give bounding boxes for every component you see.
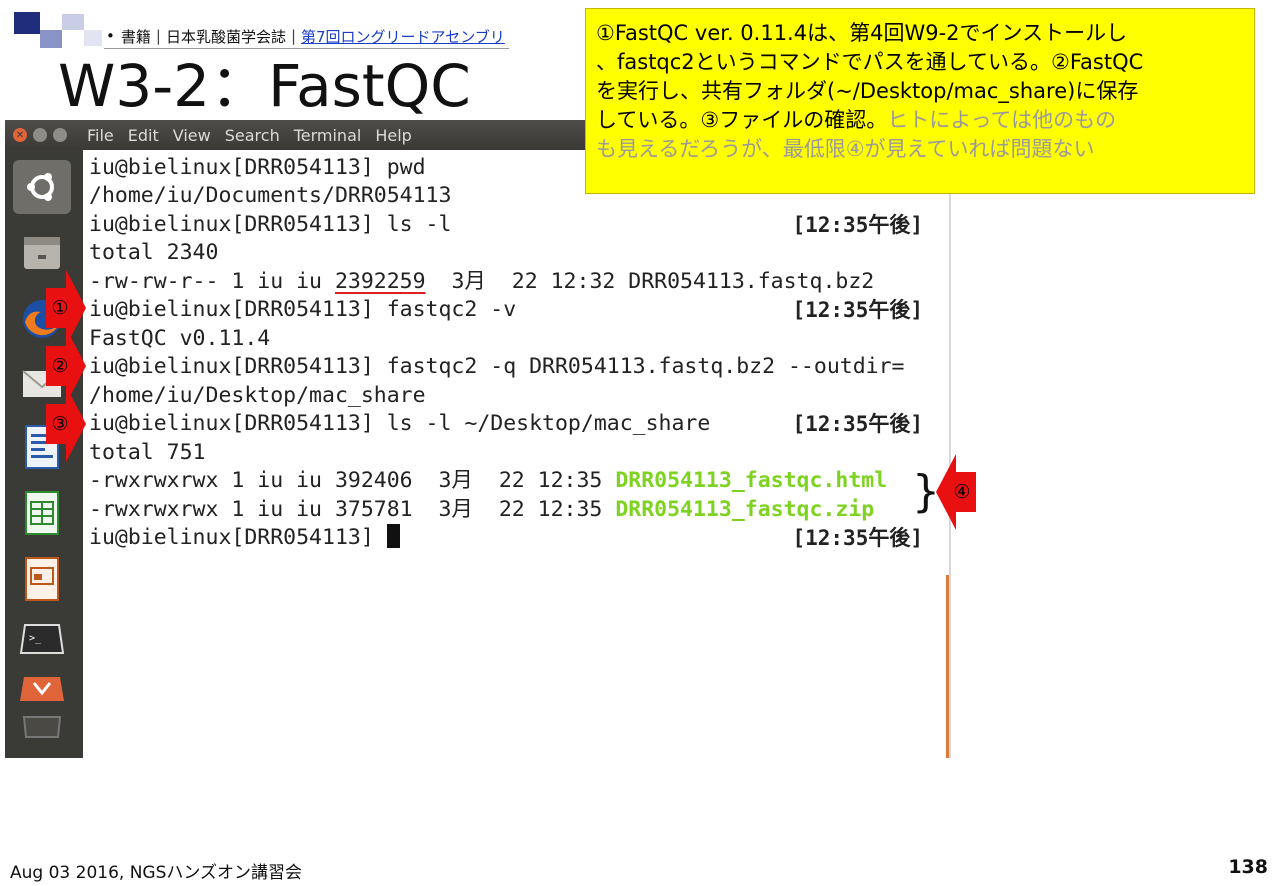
annotation-number-4: ④ <box>953 481 971 503</box>
callout-line-4: している。③ファイルの確認。ヒトによっては他のもの <box>596 106 1244 135</box>
terminal-line: iu@bielinux[DRR054113] pwd <box>89 155 426 180</box>
ubuntu-logo-icon[interactable] <box>13 160 71 214</box>
terminal-app-icon[interactable]: >_ <box>13 612 71 666</box>
output-file-html: DRR054113_fastqc.html <box>615 468 888 493</box>
terminal-line: /home/iu/Desktop/mac_share <box>89 383 426 408</box>
menu-terminal[interactable]: Terminal <box>294 126 362 145</box>
output-file-zip: DRR054113_fastqc.zip <box>615 497 875 522</box>
page-number: 138 <box>1228 856 1268 878</box>
menu-help[interactable]: Help <box>375 126 411 145</box>
line-suffix: 3月 22 12:32 DRR054113.fastq.bz2 <box>425 269 875 294</box>
citation-bullet: • <box>106 27 115 45</box>
citation-separator: | <box>155 27 161 45</box>
yellow-callout: ①FastQC ver. 0.11.4は、第4回W9-2でインストールし 、fa… <box>585 8 1255 194</box>
menu-search[interactable]: Search <box>225 126 280 145</box>
terminal-window: ✕ File Edit View Search Terminal Help >_… <box>5 120 951 758</box>
svg-text:>_: >_ <box>29 633 42 644</box>
terminal-line: iu@bielinux[DRR054113] ls -l ~/Desktop/m… <box>89 411 711 436</box>
terminal-timestamp: [12:35午後] <box>792 298 923 322</box>
callout-line-2: 、fastqc2というコマンドでパスを通している。②FastQC <box>596 50 1144 74</box>
maximize-icon[interactable] <box>53 128 67 142</box>
minimize-icon[interactable] <box>33 128 47 142</box>
menu-file[interactable]: File <box>87 126 114 145</box>
callout-line-5: も見えるだろうが、最低限④が見えていれば問題ない <box>596 137 1095 161</box>
callout-line-4-gray: ヒトによっては他のもの <box>887 108 1117 132</box>
citation-journal: 日本乳酸菌学会誌 <box>165 27 286 46</box>
menu-edit[interactable]: Edit <box>128 126 159 145</box>
terminal-timestamp: [12:35午後] <box>792 412 923 436</box>
annotation-arrow-4: ④ <box>934 452 978 532</box>
citation-line: • 書籍 | 日本乳酸菌学会誌 | 第7回ロングリードアセンブリ <box>104 24 509 49</box>
terminal-cursor <box>386 524 400 548</box>
terminal-timestamp: [12:35午後] <box>792 526 923 550</box>
file-size-underlined: 2392259 <box>334 269 426 294</box>
line-prefix: -rw-rw-r-- 1 iu iu <box>89 269 335 294</box>
menu-view[interactable]: View <box>173 126 211 145</box>
terminal-line: iu@bielinux[DRR054113] ls -l <box>89 212 452 237</box>
decor-square-1 <box>14 12 40 34</box>
terminal-line: -rwxrwxrwx 1 iu iu 392406 3月 22 12:35 DR… <box>89 467 887 495</box>
terminal-line: -rwxrwxrwx 1 iu iu 375781 3月 22 12:35 DR… <box>89 496 874 524</box>
terminal-line: iu@bielinux[DRR054113] fastqc2 -q DRR054… <box>89 354 905 379</box>
annotation-number-1: ① <box>51 297 69 319</box>
footer-date-event: Aug 03 2016, NGSハンズオン講習会 <box>10 863 303 883</box>
trash-icon[interactable] <box>13 706 71 746</box>
scroll-indicator <box>946 575 949 758</box>
terminal-timestamp: [12:35午後] <box>792 213 923 237</box>
callout-line-1: ①FastQC ver. 0.11.4は、第4回W9-2でインストールし <box>596 21 1128 45</box>
terminal-line: iu@bielinux[DRR054113] <box>89 524 400 552</box>
decor-square-2 <box>40 30 62 48</box>
terminal-body[interactable]: iu@bielinux[DRR054113] pwd /home/iu/Docu… <box>83 150 951 758</box>
citation-book: 書籍 <box>120 27 151 46</box>
calc-icon[interactable] <box>13 486 71 540</box>
close-icon[interactable]: ✕ <box>13 128 27 142</box>
annotation-number-3: ③ <box>51 413 69 435</box>
terminal-line: -rw-rw-r-- 1 iu iu 2392259 3月 22 12:32 D… <box>89 268 874 296</box>
terminal-line: /home/iu/Documents/DRR054113 <box>89 183 452 208</box>
citation-link[interactable]: 第7回ロングリードアセンブリ <box>301 26 505 47</box>
terminal-line: FastQC v0.11.4 <box>89 326 271 351</box>
terminal-line: total 2340 <box>89 240 219 265</box>
prompt: iu@bielinux[DRR054113] <box>89 525 387 550</box>
decor-square-3 <box>62 14 84 30</box>
impress-icon[interactable] <box>13 552 71 606</box>
callout-line-3: を実行し、共有フォルダ(~/Desktop/mac_share)に保存 <box>596 79 1139 103</box>
decor-square-4 <box>84 30 102 46</box>
citation-separator: | <box>290 27 297 45</box>
terminal-line: total 751 <box>89 440 206 465</box>
line-prefix: -rwxrwxrwx 1 iu iu 375781 3月 22 12:35 <box>89 497 616 522</box>
line-prefix: -rwxrwxrwx 1 iu iu 392406 3月 22 12:35 <box>89 468 616 493</box>
callout-line-4-black: している。③ファイルの確認。 <box>596 108 888 132</box>
annotation-number-2: ② <box>51 355 69 377</box>
terminal-line: iu@bielinux[DRR054113] fastqc2 -v <box>89 297 517 322</box>
annotation-arrow-3: ③ <box>44 384 88 464</box>
slide-title: W3-2：FastQC <box>58 52 471 120</box>
